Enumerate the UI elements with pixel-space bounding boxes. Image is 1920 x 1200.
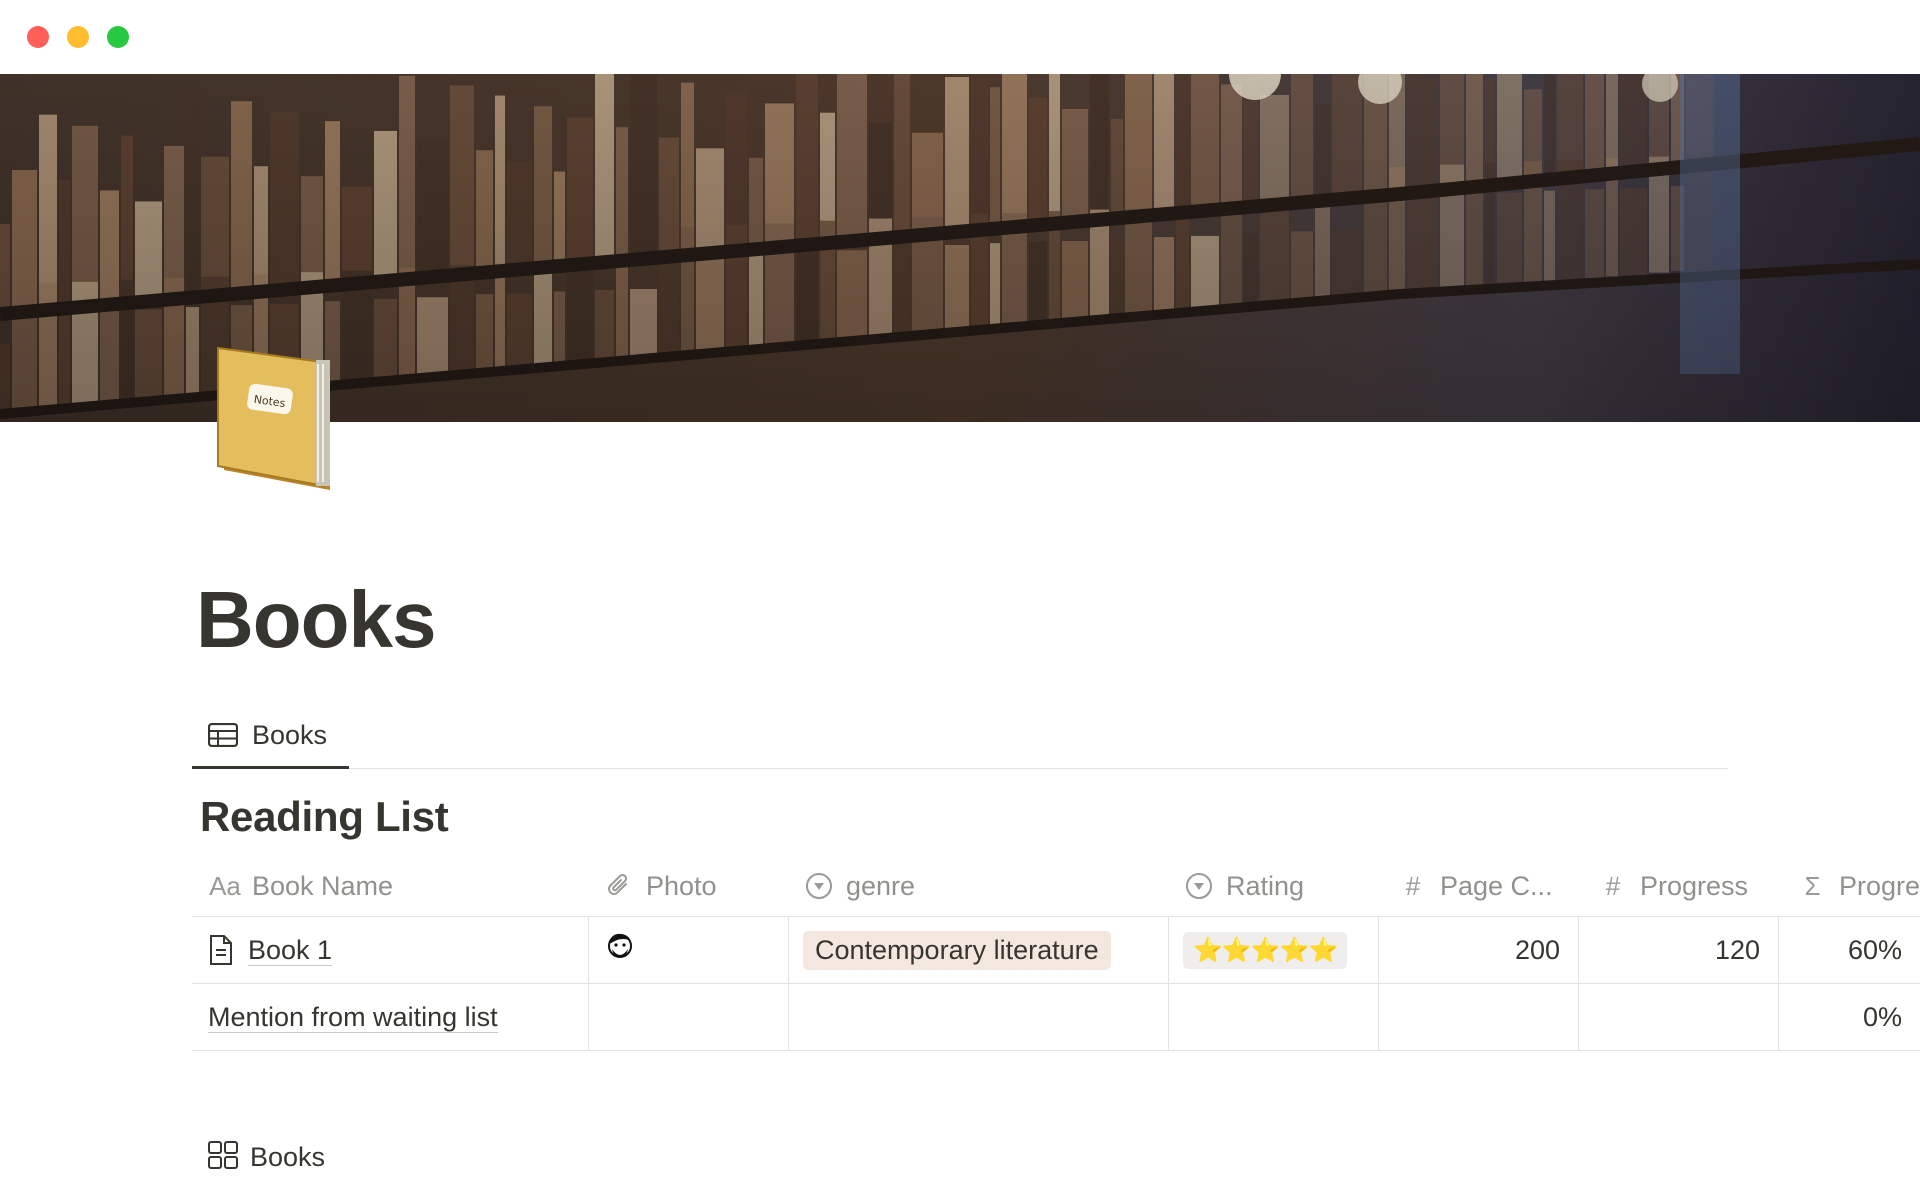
cell-genre[interactable] <box>788 984 1168 1050</box>
tab-books[interactable]: Books <box>192 704 349 769</box>
cell-book-name[interactable]: Book 1 <box>192 917 588 983</box>
close-window-button[interactable] <box>27 26 49 48</box>
cell-rating[interactable]: ⭐⭐⭐⭐⭐ <box>1168 917 1378 983</box>
gallery-view-tab[interactable]: Books <box>208 1141 325 1174</box>
cell-progress[interactable] <box>1578 984 1778 1050</box>
text-property-icon: Aa <box>209 870 241 901</box>
rating-tag[interactable]: ⭐⭐⭐⭐⭐ <box>1183 931 1348 969</box>
column-header-progress[interactable]: # Progress <box>1578 856 1778 916</box>
reading-list-table: Aa Book Name Photo genre Rating # Page C… <box>192 856 1920 1051</box>
cell-progress-percent: 60% <box>1778 917 1920 983</box>
number-icon: # <box>1405 870 1421 901</box>
view-tabs: Books <box>192 704 1728 769</box>
select-icon <box>1182 870 1216 902</box>
window-titlebar <box>0 0 1920 74</box>
column-header-page-count[interactable]: # Page C... <box>1378 856 1578 916</box>
paperclip-icon <box>602 870 636 902</box>
table-header-row: Aa Book Name Photo genre Rating # Page C… <box>192 856 1920 917</box>
tab-label: Books <box>252 719 328 750</box>
formula-icon: Σ <box>1804 870 1821 901</box>
gallery-icon <box>208 1141 238 1174</box>
column-header-photo[interactable]: Photo <box>588 856 788 916</box>
cell-book-name[interactable]: Mention from waiting list <box>192 984 588 1050</box>
number-icon: # <box>1605 870 1621 901</box>
table-icon <box>208 721 240 749</box>
cell-progress[interactable]: 120 <box>1578 917 1778 983</box>
book-name-link[interactable]: Book 1 <box>248 935 333 966</box>
genre-tag[interactable]: Contemporary literature <box>803 930 1111 970</box>
database-title[interactable]: Reading List <box>200 793 449 841</box>
cell-genre[interactable]: Contemporary literature <box>788 917 1168 983</box>
column-header-book-name[interactable]: Aa Book Name <box>192 856 588 916</box>
cell-progress-percent: 0% <box>1778 984 1920 1050</box>
minimize-window-button[interactable] <box>67 26 89 48</box>
cell-page-count[interactable] <box>1378 984 1578 1050</box>
page-title[interactable]: Books <box>196 572 436 668</box>
cell-page-count[interactable]: 200 <box>1378 917 1578 983</box>
table-row[interactable]: Mention from waiting list 0% <box>192 984 1920 1051</box>
column-header-progress-percent[interactable]: Σ Progre <box>1778 856 1920 916</box>
column-header-genre[interactable]: genre <box>788 856 1168 916</box>
column-header-rating[interactable]: Rating <box>1168 856 1378 916</box>
cell-rating[interactable] <box>1168 984 1378 1050</box>
avatar[interactable] <box>603 930 637 971</box>
page-icon <box>208 934 234 966</box>
gallery-view-label: Books <box>250 1142 326 1172</box>
maximize-window-button[interactable] <box>107 26 129 48</box>
cell-photo[interactable] <box>588 984 788 1050</box>
notebook-icon[interactable]: Notes <box>212 342 342 492</box>
book-name-link[interactable]: Mention from waiting list <box>208 1002 498 1033</box>
table-row[interactable]: Book 1 Contemporary literature ⭐⭐⭐⭐⭐ 200… <box>192 917 1920 984</box>
select-icon <box>802 870 836 902</box>
cell-photo[interactable] <box>588 917 788 983</box>
